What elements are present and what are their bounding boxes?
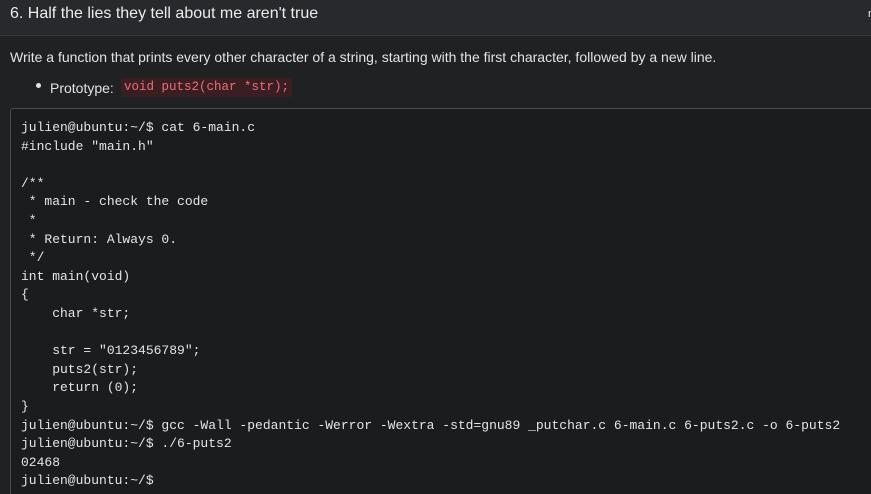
task-title: 6. Half the lies they tell about me aren… [10, 5, 319, 22]
terminal-output: julien@ubuntu:~/$ cat 6-main.c #include … [21, 120, 841, 489]
prototype-label: Prototype: [50, 80, 114, 96]
task-body: Write a function that prints every other… [0, 36, 871, 494]
bullet-icon [36, 83, 41, 88]
terminal-code-block: julien@ubuntu:~/$ cat 6-main.c #include … [10, 108, 871, 494]
prototype-code: void puts2(char *str); [121, 78, 293, 97]
task-description: Write a function that prints every other… [10, 49, 717, 65]
task-header: 6. Half the lies they tell about me aren… [0, 0, 871, 36]
